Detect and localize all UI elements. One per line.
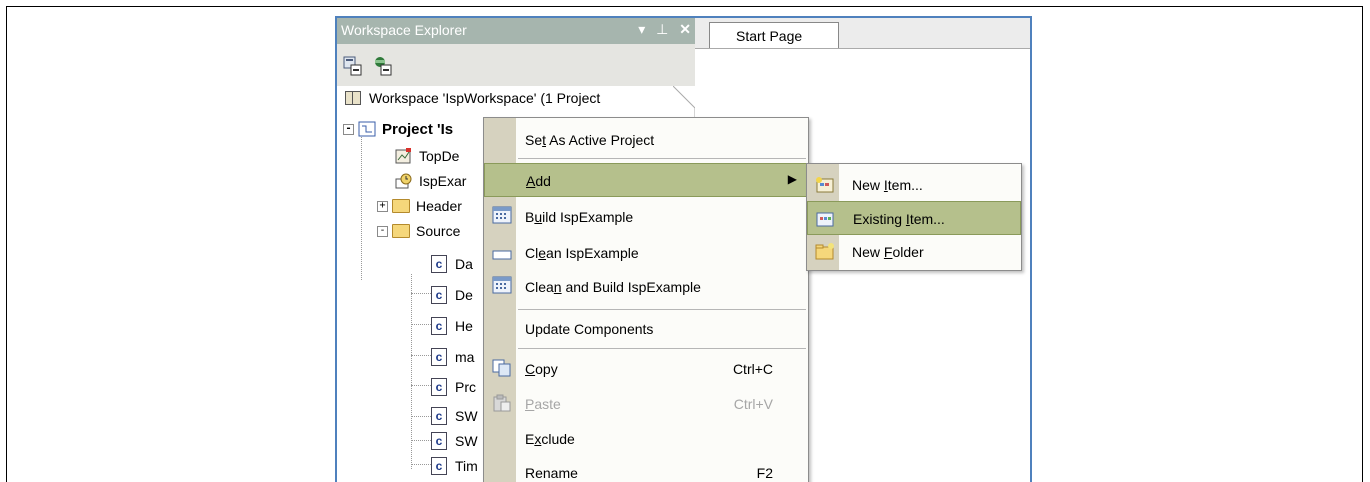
folder-icon	[392, 199, 410, 213]
new-folder-icon	[815, 243, 834, 260]
submenu-item-new-folder[interactable]: New Folder	[808, 235, 1020, 269]
menu-item-add[interactable]: Add ▶	[484, 163, 808, 197]
tree-item-file[interactable]: c SW	[431, 404, 478, 428]
tree-guide	[411, 355, 431, 356]
tree-item[interactable]: IspExar	[395, 169, 466, 193]
clean-icon	[492, 250, 512, 260]
tree-item-label: SW	[455, 408, 478, 424]
tree-item-file[interactable]: c He	[431, 314, 473, 338]
tree-guide	[411, 416, 431, 417]
menu-item-clean-build[interactable]: Clean and Build IspExample	[485, 270, 807, 304]
tree-guide	[411, 440, 431, 441]
submenu-item-existing-item[interactable]: Existing Item...	[807, 201, 1021, 235]
ide-screenshot: Workspace Explorer ▾ ⊥ ✕ Workspace 'IspW…	[335, 16, 1032, 482]
tree-item-file[interactable]: c SW	[431, 429, 478, 453]
menu-item-rename[interactable]: Rename F2	[485, 456, 807, 482]
menu-item-exclude[interactable]: Exclude	[485, 422, 807, 456]
tree-guide	[411, 324, 431, 325]
panel-title-bar: Workspace Explorer ▾ ⊥ ✕	[337, 18, 695, 44]
tree-item-folder[interactable]: - Source	[377, 219, 460, 243]
collapse-toggle[interactable]: -	[377, 225, 388, 237]
c-file-icon: c	[431, 286, 447, 304]
pin-icon[interactable]: ⊥	[656, 21, 668, 37]
expand-toggle[interactable]: +	[377, 200, 388, 212]
tree-item-folder[interactable]: + Header	[377, 194, 462, 218]
tree-item-label: He	[455, 318, 473, 334]
submenu-item-new-item[interactable]: New Item...	[808, 168, 1020, 202]
tree-item-file[interactable]: c Tim	[431, 454, 478, 478]
settings-icon	[395, 173, 412, 189]
workspace-root-item[interactable]: Workspace 'IspWorkspace' (1 Project	[337, 86, 600, 110]
menu-item-set-active[interactable]: Set As Active Project	[485, 123, 807, 157]
tree-guide	[361, 130, 362, 280]
shortcut-label: F2	[756, 465, 773, 481]
submenu-arrow-icon: ▶	[787, 172, 797, 186]
menu-separator	[518, 309, 806, 310]
menu-item-copy[interactable]: Copy Ctrl+C	[485, 352, 807, 386]
menu-separator	[518, 348, 806, 349]
panel-toolbar	[337, 44, 695, 86]
new-item-icon	[816, 177, 834, 193]
existing-item-icon	[816, 212, 834, 227]
tree-item[interactable]: TopDe	[395, 144, 459, 168]
tree-item-label: Tim	[455, 458, 478, 474]
context-menu: Set As Active Project Add ▶ Build IspExa…	[483, 117, 809, 482]
clean-build-icon	[492, 276, 512, 294]
close-icon[interactable]: ✕	[679, 21, 691, 37]
add-submenu: New Item... Existing Item... New Folder	[806, 163, 1022, 271]
tree-item-project[interactable]: - Project 'Is	[343, 117, 453, 141]
dropdown-icon[interactable]: ▾	[638, 21, 645, 37]
network-icon[interactable]	[373, 56, 393, 76]
workspace-icon	[345, 91, 361, 105]
tree-item-label: Source	[416, 223, 461, 239]
tree-item-file[interactable]: c Da	[431, 252, 473, 276]
menu-item-clean[interactable]: Clean IspExample	[485, 236, 807, 270]
tree-item-label: Header	[416, 198, 462, 214]
design-icon	[395, 148, 411, 164]
tree-item-label: TopDe	[419, 148, 460, 164]
tab-start-page[interactable]: Start Page	[709, 22, 839, 48]
c-file-icon: c	[431, 317, 447, 335]
workspace-root-label: Workspace 'IspWorkspace' (1 Project	[369, 90, 601, 106]
tree-item-label: SW	[455, 433, 478, 449]
tab-strip: Start Page	[695, 18, 1030, 49]
tab-label: Start Page	[736, 28, 803, 44]
tree-item-label: ma	[455, 349, 475, 365]
menu-separator	[518, 158, 806, 159]
project-view-icon[interactable]	[343, 56, 363, 76]
c-file-icon: c	[431, 407, 447, 425]
menu-item-build[interactable]: Build IspExample	[485, 200, 807, 234]
tree-item-label: IspExar	[419, 173, 467, 189]
c-file-icon: c	[431, 348, 447, 366]
copy-icon	[492, 359, 511, 377]
tree-item-label: Prc	[455, 379, 476, 395]
collapse-toggle[interactable]: -	[343, 123, 354, 135]
shortcut-label: Ctrl+V	[733, 396, 773, 412]
shortcut-label: Ctrl+C	[732, 361, 773, 377]
menu-item-update-components[interactable]: Update Components	[485, 312, 807, 346]
panel-title: Workspace Explorer	[341, 22, 467, 38]
c-file-icon: c	[431, 255, 447, 273]
menu-item-paste[interactable]: Paste Ctrl+V	[485, 387, 807, 421]
folder-open-icon	[392, 224, 410, 238]
tree-guide	[411, 464, 431, 465]
c-file-icon: c	[431, 432, 447, 450]
tree-item-file[interactable]: c ma	[431, 345, 474, 369]
tree-item-label: Da	[455, 256, 473, 272]
paste-icon	[493, 394, 511, 412]
tree-item-label: De	[455, 287, 473, 303]
c-file-icon: c	[431, 378, 447, 396]
build-icon	[492, 206, 512, 224]
project-label: Project 'Is	[382, 120, 454, 138]
tree-item-file[interactable]: c De	[431, 283, 473, 307]
tree-guide	[411, 385, 431, 386]
tree-guide	[411, 293, 431, 294]
c-file-icon: c	[431, 457, 447, 475]
tree-item-file[interactable]: c Prc	[431, 375, 476, 399]
project-icon	[358, 121, 376, 137]
